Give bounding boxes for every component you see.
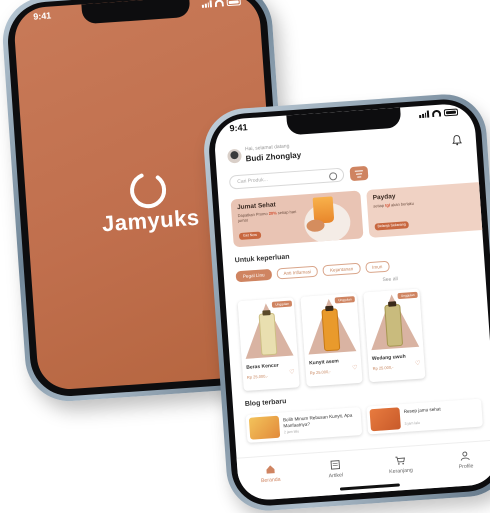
signal-icon bbox=[202, 0, 212, 8]
nav-label: Profile bbox=[459, 463, 474, 470]
promo-description: Dapatkan Promo 20% setiap hari jumat bbox=[237, 209, 298, 223]
search-icon bbox=[329, 172, 338, 181]
section-title-blog: Blog terbaru bbox=[245, 398, 287, 408]
product-price: Rp 25.000,- bbox=[372, 365, 393, 371]
blog-title: Resep jamu sehat bbox=[404, 404, 478, 415]
app-logo-icon bbox=[127, 169, 170, 212]
profile-icon bbox=[460, 450, 471, 461]
battery-icon bbox=[226, 0, 240, 6]
product-image bbox=[238, 297, 298, 361]
wifi-icon bbox=[432, 110, 441, 118]
signal-icon bbox=[419, 110, 429, 118]
bottle-image bbox=[384, 304, 403, 347]
favorite-heart-icon[interactable]: ♡ bbox=[289, 368, 295, 375]
product-card[interactable]: Unggulan Beras Kencur Rp 25.000,- ♡ bbox=[238, 297, 300, 391]
user-name: Budi Zhonglay bbox=[245, 151, 301, 164]
product-name: Kunyit asem bbox=[309, 358, 339, 366]
product-card[interactable]: Unggulan Wedang uwuh Rp 25.000,- ♡ bbox=[363, 289, 425, 383]
product-image bbox=[300, 293, 360, 357]
promo-get-now-button[interactable]: Get Now bbox=[239, 232, 261, 241]
article-icon bbox=[330, 460, 341, 471]
blog-thumbnail bbox=[369, 407, 400, 431]
avatar[interactable] bbox=[227, 149, 242, 164]
product-name: Beras Kencur bbox=[246, 363, 279, 371]
nav-label: Keranjang bbox=[389, 467, 413, 475]
status-time: 9:41 bbox=[33, 10, 52, 21]
blog-card[interactable]: Resep jamu sehat 3 jam lalu bbox=[366, 399, 483, 435]
blog-title: Bolih Minum Rebusan Kunyit, Apa Manfaatn… bbox=[283, 412, 358, 428]
chip-kejantanan[interactable]: Kejantanan bbox=[323, 263, 361, 277]
product-image bbox=[363, 289, 423, 353]
status-time: 9:41 bbox=[229, 122, 248, 133]
search-placeholder: Cari Produk... bbox=[237, 177, 268, 185]
nav-profile[interactable]: Profile bbox=[445, 449, 487, 487]
product-price: Rp 25.000,- bbox=[310, 369, 331, 375]
wifi-icon bbox=[215, 0, 224, 7]
home-screen: 9:41 Hai, selamat datang Budi Zhonglay C… bbox=[213, 102, 490, 501]
mockup-stage: 9:41 Jamyuks 9:41 Hai, selamat d bbox=[0, 0, 490, 505]
category-chips: Pegal Linu Anti Inflamasi Kejantanan Imu… bbox=[236, 261, 390, 283]
cart-icon bbox=[395, 455, 406, 466]
promo-banner[interactable]: Payday setiap tgl akan berlaku Belanja S… bbox=[366, 181, 490, 238]
product-name: Wedang uwuh bbox=[372, 354, 406, 362]
home-phone: 9:41 Hai, selamat datang Budi Zhonglay C… bbox=[201, 92, 490, 513]
nav-artikel[interactable]: Artikel bbox=[315, 459, 357, 497]
chip-pegal-linu[interactable]: Pegal Linu bbox=[236, 269, 272, 282]
blog-date: 3 jam lalu bbox=[404, 421, 420, 426]
filter-button[interactable] bbox=[350, 166, 369, 181]
see-all-link[interactable]: See all bbox=[382, 276, 398, 283]
blog-date: 2 jam lalu bbox=[284, 429, 300, 434]
product-card[interactable]: Unggulan Kunyit asem Rp 25.000,- ♡ bbox=[300, 293, 362, 387]
chip-anti-inflamasi[interactable]: Anti Inflamasi bbox=[276, 266, 318, 280]
battery-icon bbox=[444, 108, 458, 116]
promo-banner[interactable]: Jumat Sehat Dapatkan Promo 20% setiap ha… bbox=[231, 190, 364, 247]
chip-imun[interactable]: Imun bbox=[365, 261, 390, 274]
nav-beranda[interactable]: Beranda bbox=[250, 463, 292, 501]
favorite-heart-icon[interactable]: ♡ bbox=[415, 360, 421, 367]
nav-label: Artikel bbox=[329, 472, 344, 479]
nav-label: Beranda bbox=[261, 477, 281, 484]
bottle-image bbox=[259, 313, 278, 356]
search-input[interactable]: Cari Produk... bbox=[229, 168, 345, 190]
blog-thumbnail bbox=[249, 416, 280, 440]
home-icon bbox=[265, 464, 276, 475]
status-icons bbox=[202, 0, 241, 8]
promo-shop-button[interactable]: Belanja Sekarang bbox=[375, 221, 409, 230]
promo-title: Jumat Sehat bbox=[237, 201, 276, 211]
product-price: Rp 25.000,- bbox=[247, 373, 268, 379]
notification-bell-icon[interactable] bbox=[452, 134, 463, 146]
status-icons bbox=[419, 108, 458, 118]
notch bbox=[81, 0, 190, 24]
promo-title: Payday bbox=[373, 193, 396, 202]
favorite-heart-icon[interactable]: ♡ bbox=[352, 364, 358, 371]
blog-card[interactable]: Bolih Minum Rebusan Kunyit, Apa Manfaatn… bbox=[246, 407, 363, 443]
bottle-image bbox=[321, 308, 340, 351]
section-title-needs: Untuk keperluan bbox=[235, 254, 290, 265]
